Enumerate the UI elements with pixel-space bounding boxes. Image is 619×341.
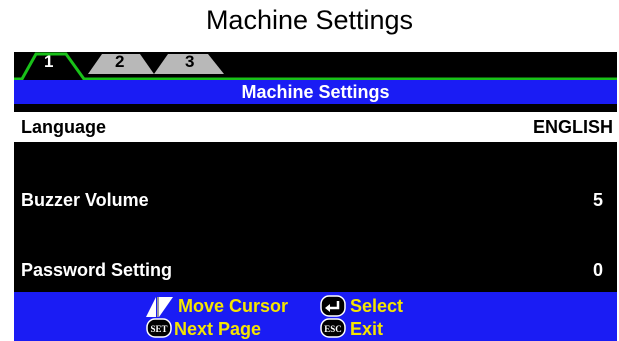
enter-key-icon [320, 295, 346, 317]
tab-2[interactable]: 2 [115, 52, 124, 72]
machine-display-screen: 1 2 3 Machine Settings Language ENGLISH … [14, 52, 617, 341]
key-help-footer: Move Cursor Select SET Next Page ESC Exi… [14, 292, 617, 341]
setting-label: Buzzer Volume [21, 190, 149, 210]
setting-row-password[interactable]: Password Setting 0 [14, 255, 617, 285]
setting-value: 5 [592, 190, 603, 210]
page-title: Machine Settings [205, 5, 414, 35]
setting-row-buzzer-volume[interactable]: Buzzer Volume 5 [14, 185, 617, 215]
tab-1[interactable]: 1 [44, 52, 53, 72]
setting-value: 0 [592, 260, 603, 280]
setting-row-language[interactable]: Language ENGLISH [14, 112, 617, 142]
screen-title-bar: Machine Settings [14, 80, 617, 104]
move-cursor-hint: Move Cursor [178, 296, 289, 316]
setting-label: Language [21, 117, 107, 137]
tab-3[interactable]: 3 [185, 52, 194, 72]
setting-label: Password Setting [21, 260, 173, 280]
esc-key-icon: ESC [320, 318, 346, 338]
up-down-arrow-icon [146, 297, 173, 317]
setting-value: ENGLISH [532, 117, 613, 137]
page-tab-bar: 1 2 3 [14, 52, 617, 82]
esc-key-label: ESC [324, 324, 342, 334]
next-page-hint: Next Page [174, 319, 262, 339]
exit-hint: Exit [350, 319, 384, 339]
select-hint: Select [350, 296, 404, 316]
tab-shapes [14, 52, 617, 81]
set-key-label: SET [150, 324, 167, 334]
set-key-icon: SET [146, 318, 172, 338]
